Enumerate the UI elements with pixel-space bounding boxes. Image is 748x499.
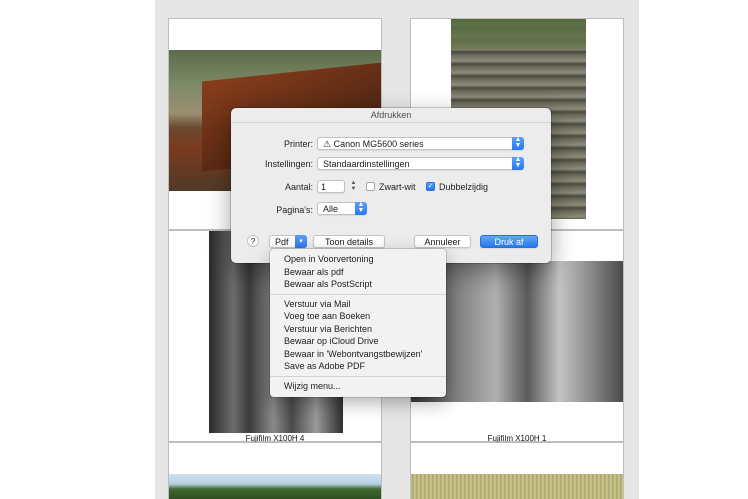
menu-item[interactable]: Open in Voorvertoning	[270, 253, 446, 266]
copies-label: Aantal:	[284, 182, 313, 192]
page-caption: Fujifilm X100H 1	[487, 434, 547, 443]
help-label: ?	[250, 237, 256, 246]
printer-select[interactable]: ⚠ Canon MG5600 series ▲ ▼	[317, 136, 524, 150]
chevron-down-icon: ▾	[295, 235, 307, 248]
photo-reeds	[411, 474, 623, 499]
menu-item[interactable]: Save as Adobe PDF	[270, 360, 446, 373]
printer-value: ⚠ Canon MG5600 series	[323, 139, 424, 149]
menu-item[interactable]: Bewaar als PostScript	[270, 278, 446, 291]
duplex-checkbox[interactable]: ✓	[426, 182, 435, 191]
menu-item[interactable]: Verstuur via Mail	[270, 298, 446, 311]
menu-item[interactable]: Voeg toe aan Boeken	[270, 310, 446, 323]
page-thumbnail[interactable]	[168, 442, 382, 499]
copies-stepper[interactable]: ▲ ▼	[349, 180, 358, 193]
print-dialog: Afdrukken Printer: ⚠ Canon MG5600 series…	[231, 108, 551, 263]
chevron-updown-icon: ▲ ▼	[355, 201, 367, 215]
settings-label: Instellingen:	[264, 159, 313, 169]
pages-select[interactable]: Alle ▲ ▼	[317, 201, 367, 215]
pdf-dropdown-menu: Open in Voorvertoning Bewaar als pdf Bewaa…	[270, 249, 446, 397]
menu-item[interactable]: Verstuur via Berichten	[270, 323, 446, 336]
copies-input[interactable]: 1	[317, 180, 345, 193]
menu-group-1: Open in Voorvertoning Bewaar als pdf Bewaa…	[270, 253, 446, 291]
pages-value: Alle	[323, 204, 339, 214]
bw-label: Zwart-wit	[379, 182, 416, 192]
duplex-label: Dubbelzijdig	[439, 182, 489, 192]
menu-item[interactable]: Bewaar als pdf	[270, 266, 446, 279]
dialog-title: Afdrukken	[231, 108, 551, 123]
print-button[interactable]: Druk af	[480, 235, 538, 248]
bw-checkbox[interactable]	[366, 182, 375, 191]
page-thumbnail[interactable]	[410, 442, 624, 499]
menu-separator	[270, 375, 446, 377]
settings-value: Standaardinstellingen	[323, 159, 410, 169]
menu-item[interactable]: Wijzig menu...	[270, 380, 446, 393]
photo-trees	[169, 474, 381, 499]
printer-label: Printer:	[283, 139, 313, 149]
menu-separator	[270, 293, 446, 295]
help-button[interactable]: ?	[247, 235, 259, 247]
menu-item[interactable]: Bewaar op iCloud Drive	[270, 335, 446, 348]
menu-group-3: Wijzig menu...	[270, 380, 446, 393]
menu-group-2: Verstuur via Mail Voeg toe aan Boeken Vers…	[270, 298, 446, 373]
copies-value: 1	[321, 182, 327, 192]
pdf-menu-button[interactable]: Pdf ▾	[269, 235, 307, 248]
pdf-label: Pdf	[275, 237, 289, 247]
show-details-button[interactable]: Toon details	[313, 235, 385, 248]
settings-select[interactable]: Standaardinstellingen ▲ ▼	[317, 156, 524, 170]
chevron-updown-icon: ▲ ▼	[512, 156, 524, 170]
chevron-updown-icon: ▲ ▼	[512, 136, 524, 150]
menu-item[interactable]: Bewaar in 'Webontvangstbewijzen'	[270, 348, 446, 361]
cancel-button[interactable]: Annuleer	[414, 235, 471, 248]
pages-label: Pagina's:	[276, 205, 313, 215]
page-caption: Fujifilm X100H 4	[245, 434, 305, 443]
